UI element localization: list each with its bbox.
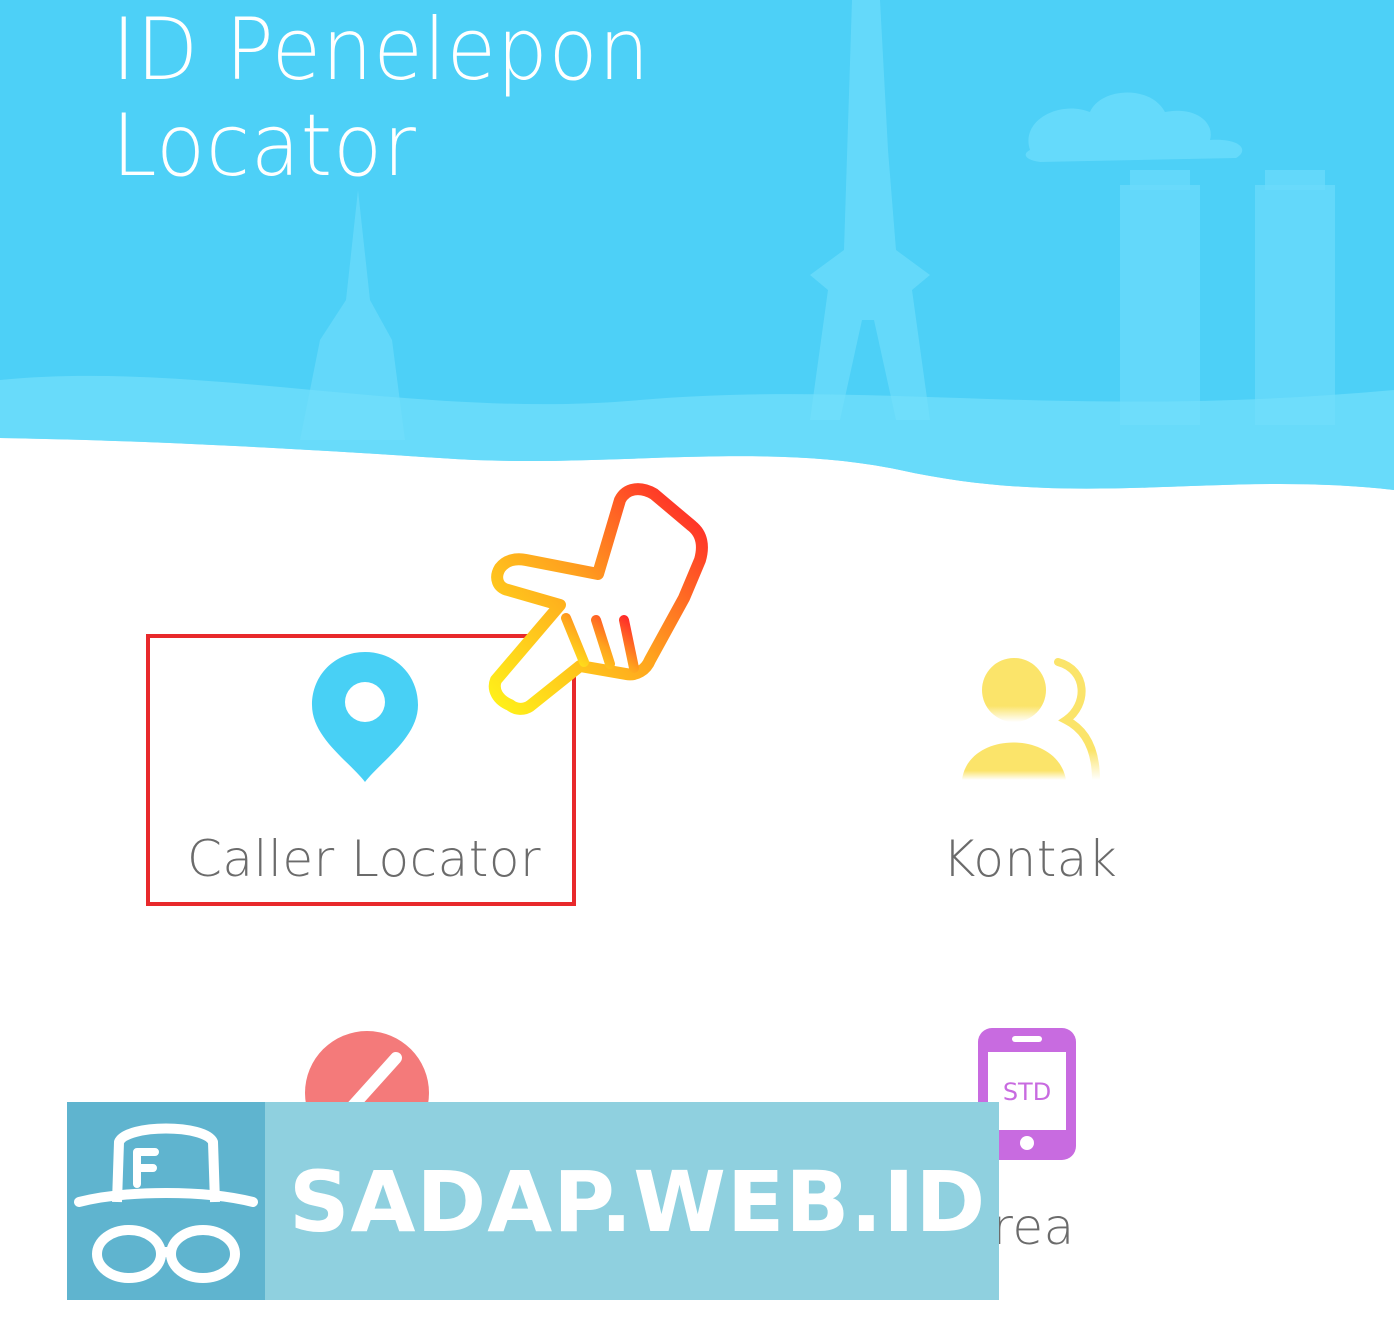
caller-locator-label: Caller Locator bbox=[187, 830, 541, 888]
kontak-label: Kontak bbox=[942, 830, 1118, 888]
watermark-text: SADAP.WEB.ID bbox=[289, 1153, 987, 1251]
kontak-button[interactable]: Kontak bbox=[900, 640, 1160, 910]
watermark-banner: SADAP.WEB.ID bbox=[67, 1102, 999, 1300]
app-title-line2: Locator bbox=[112, 96, 417, 196]
std-icon-text: STD bbox=[1003, 1078, 1051, 1106]
spy-hat-glasses-icon bbox=[74, 1123, 258, 1283]
app-title: ID Penelepon Locator bbox=[112, 2, 650, 194]
watermark-logo bbox=[67, 1102, 265, 1300]
pointing-hand-icon bbox=[488, 483, 708, 715]
contacts-icon bbox=[962, 658, 1100, 784]
app-title-line1: ID Penelepon bbox=[112, 0, 651, 100]
location-pin-icon bbox=[312, 652, 418, 782]
header-banner: ID Penelepon Locator bbox=[0, 0, 1394, 520]
